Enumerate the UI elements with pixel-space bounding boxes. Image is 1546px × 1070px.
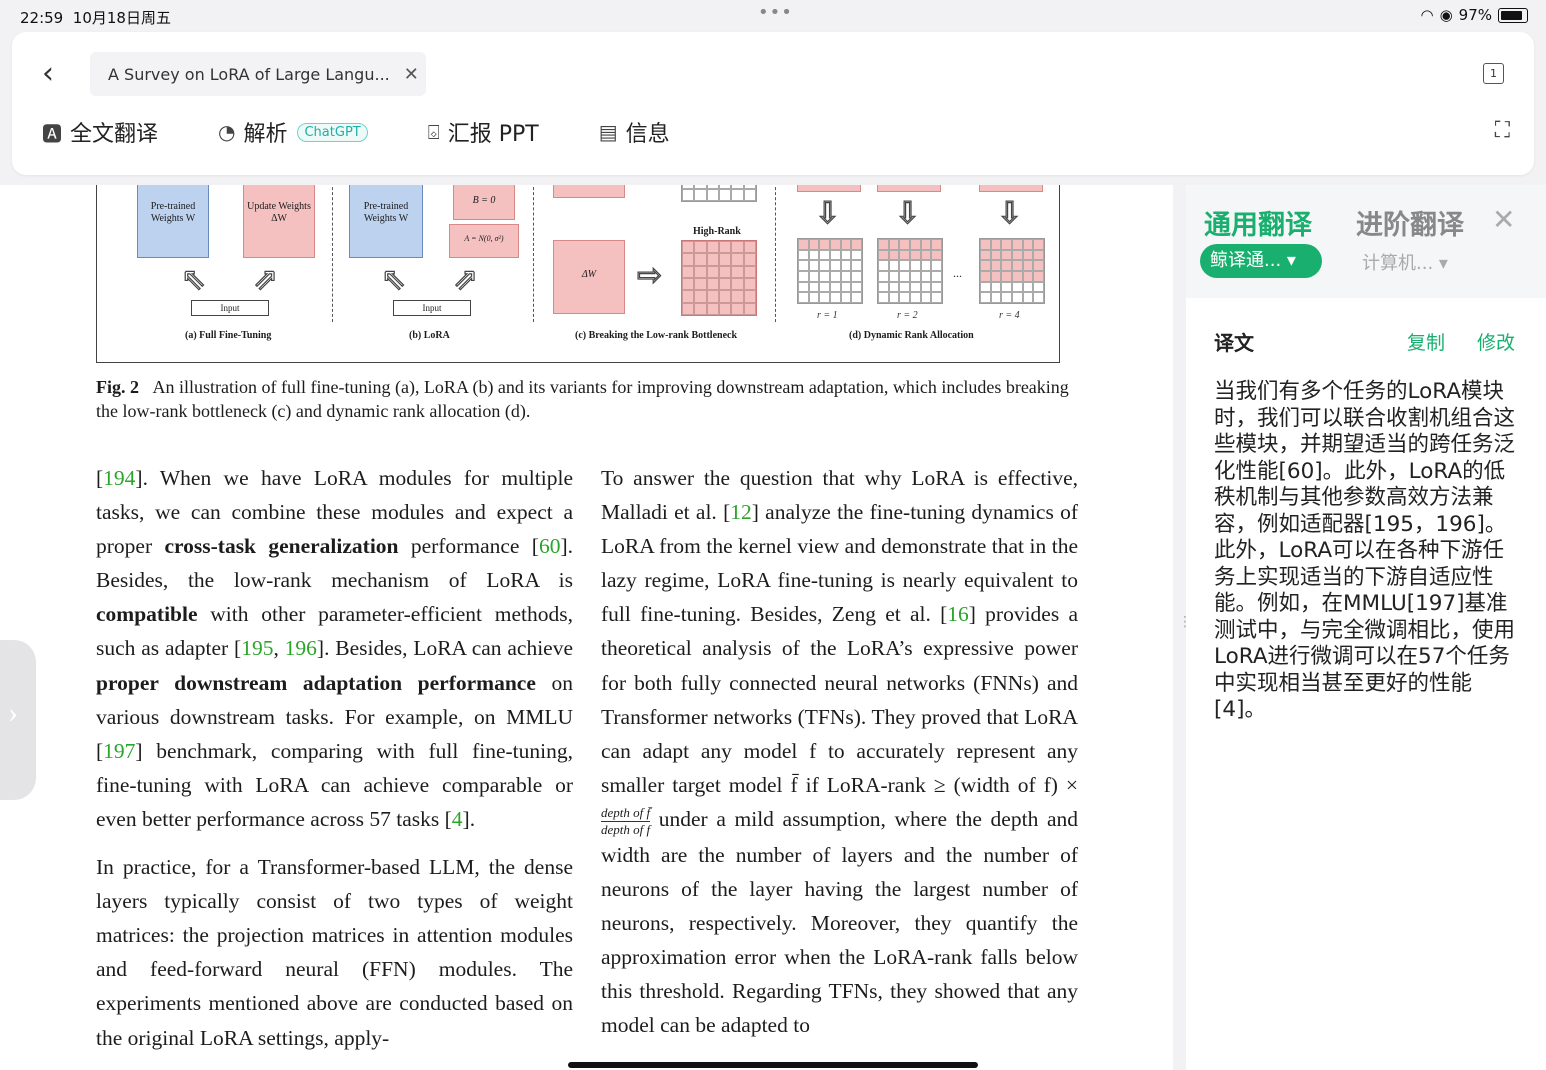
citation-link[interactable]: 194 xyxy=(103,466,135,490)
presentation-icon: ⌺ xyxy=(427,120,440,144)
chevron-right-icon: › xyxy=(8,696,18,729)
pretrained-weights-block-a: Pre-trained Weights W xyxy=(137,185,209,258)
depth-ratio-fraction: depth of f̄ depth of f xyxy=(601,804,651,837)
citation-link[interactable]: 60 xyxy=(539,534,561,558)
input-box-a: Input xyxy=(191,300,269,316)
arrow-down-icon: ⇩ xyxy=(814,196,841,230)
citation-link[interactable]: 197 xyxy=(103,739,135,763)
figure-caption: Fig. 2 An illustration of full fine-tuni… xyxy=(96,377,1069,421)
copy-button[interactable]: 复制 xyxy=(1407,328,1445,355)
arrow-up-left-icon: ⇖ xyxy=(180,262,207,296)
right-column: To answer the question that why LoRA is … xyxy=(601,461,1078,1056)
arrow-right-icon: ⇨ xyxy=(636,258,663,292)
full-translate-button[interactable]: 🅰 全文翻译 xyxy=(42,116,158,148)
pie-chart-icon: ◔ xyxy=(218,120,236,144)
rank-grid-r1 xyxy=(797,238,863,304)
fullscreen-icon[interactable]: ⛶ xyxy=(1495,118,1510,143)
delta-w-block: ΔW xyxy=(553,240,625,314)
lock-rotation-icon: ◉ xyxy=(1439,6,1453,24)
translate-icon: 🅰 xyxy=(42,121,62,146)
tab-general-translation[interactable]: 通用翻译 xyxy=(1204,203,1312,242)
arrow-up-right-icon: ⇗ xyxy=(252,262,279,296)
tab-advanced-translation[interactable]: 进阶翻译 xyxy=(1356,203,1464,242)
engine-select-alt[interactable]: 计算机... ▾ xyxy=(1362,249,1448,275)
info-button[interactable]: ▤ 信息 xyxy=(599,116,670,148)
arrow-down-icon: ⇩ xyxy=(996,196,1023,230)
citation-link[interactable]: 12 xyxy=(730,500,752,524)
report-ppt-button[interactable]: ⌺ 汇报 PPT xyxy=(428,116,539,148)
translation-text: 当我们有多个任务的LoRA模块时，我们可以联合收割机组合这些模块，并期望适当的跨… xyxy=(1214,379,1516,722)
subcaption-d: (d) Dynamic Rank Allocation xyxy=(849,330,974,341)
paragraph: In practice, for a Transformer-based LLM… xyxy=(96,855,573,1050)
pdf-viewer[interactable]: Pre-trained Weights W Update Weights ΔW … xyxy=(0,185,1173,1070)
rank-grid-r2 xyxy=(877,238,943,304)
translation-panel: 通用翻译 进阶翻译 ✕ 鲸译通... ▾ 计算机... ▾ 译文 复制 修改 当… xyxy=(1186,185,1546,1070)
figure-divider xyxy=(775,185,776,322)
sidebar-toggle[interactable]: › xyxy=(0,640,36,800)
battery-icon xyxy=(1498,7,1528,23)
left-column: [194]. When we have LoRA modules for mul… xyxy=(96,461,573,1069)
citation-link[interactable]: 16 xyxy=(947,602,969,626)
ellipsis: ... xyxy=(953,266,962,280)
caret-down-icon: ▾ xyxy=(1438,253,1448,274)
close-icon[interactable]: ✕ xyxy=(404,64,419,85)
top-grid-c xyxy=(681,185,757,202)
multitask-dots-icon[interactable]: ••• xyxy=(758,2,793,23)
lora-a-block: A = N(0, σ²) xyxy=(449,224,519,258)
rank-label-r2: r = 2 xyxy=(897,310,918,321)
status-right: ◠ ◉ 97% xyxy=(1420,6,1528,24)
edit-button[interactable]: 修改 xyxy=(1477,328,1515,355)
status-time: 22:59 10月18日周五 xyxy=(20,9,171,27)
top-block-d1 xyxy=(797,185,861,192)
rank-label-r1: r = 1 xyxy=(817,310,838,321)
rank-grid-r4 xyxy=(979,238,1045,304)
subcaption-a: (a) Full Fine-Tuning xyxy=(185,330,272,341)
wifi-icon: ◠ xyxy=(1420,6,1434,24)
subcaption-b: (b) LoRA xyxy=(409,330,450,341)
engine-select[interactable]: 鲸译通... ▾ xyxy=(1200,244,1322,278)
arrow-up-right-icon: ⇗ xyxy=(452,262,479,296)
status-bar: 22:59 10月18日周五 ••• ◠ ◉ 97% xyxy=(0,0,1546,32)
back-button[interactable]: ‹ xyxy=(42,56,54,91)
toolbar: 🅰 全文翻译 ◔ 解析 ChatGPT ⌺ 汇报 PPT ▤ 信息 xyxy=(42,115,730,149)
figure-2: Pre-trained Weights W Update Weights ΔW … xyxy=(96,185,1060,363)
pretrained-weights-block-b: Pre-trained Weights W xyxy=(349,185,423,258)
document-tab[interactable]: A Survey on LoRA of Large Langu... ✕ xyxy=(90,52,426,96)
input-box-b: Input xyxy=(393,300,471,316)
close-icon[interactable]: ✕ xyxy=(1492,203,1515,236)
chatgpt-badge: ChatGPT xyxy=(297,122,368,142)
result-label: 译文 xyxy=(1214,331,1254,355)
caret-down-icon: ▾ xyxy=(1286,250,1296,271)
top-block-c xyxy=(553,185,625,198)
header-card: ‹ A Survey on LoRA of Large Langu... ✕ 1… xyxy=(12,32,1534,175)
figure-divider xyxy=(332,185,333,322)
top-block-d2 xyxy=(877,185,941,192)
page-count-badge[interactable]: 1 xyxy=(1483,63,1504,84)
rank-label-r4: r = 4 xyxy=(999,310,1020,321)
update-weights-block: Update Weights ΔW xyxy=(243,185,315,258)
analyze-button[interactable]: ◔ 解析 ChatGPT xyxy=(218,116,368,148)
paragraph: [194]. When we have LoRA modules for mul… xyxy=(96,466,574,831)
high-rank-label: High-Rank xyxy=(693,226,741,237)
home-indicator[interactable] xyxy=(568,1062,978,1068)
arrow-up-left-icon: ⇖ xyxy=(380,262,407,296)
citation-link[interactable]: 196 xyxy=(285,636,317,660)
document-tab-title: A Survey on LoRA of Large Langu... xyxy=(108,64,390,84)
high-rank-grid xyxy=(681,240,757,316)
paragraph: To answer the question that why LoRA is … xyxy=(601,466,1079,1037)
top-block-d3 xyxy=(979,185,1043,192)
citation-link[interactable]: 195 xyxy=(241,636,273,660)
figure-divider xyxy=(533,185,534,322)
battery-percent: 97% xyxy=(1458,6,1492,24)
subcaption-c: (c) Breaking the Low-rank Bottleneck xyxy=(575,330,738,341)
citation-link[interactable]: 4 xyxy=(452,807,463,831)
translation-panel-header: 通用翻译 进阶翻译 ✕ 鲸译通... ▾ 计算机... ▾ xyxy=(1186,185,1546,298)
arrow-down-icon: ⇩ xyxy=(894,196,921,230)
lora-b-block: B = 0 xyxy=(453,185,515,220)
document-icon: ▤ xyxy=(598,120,618,144)
